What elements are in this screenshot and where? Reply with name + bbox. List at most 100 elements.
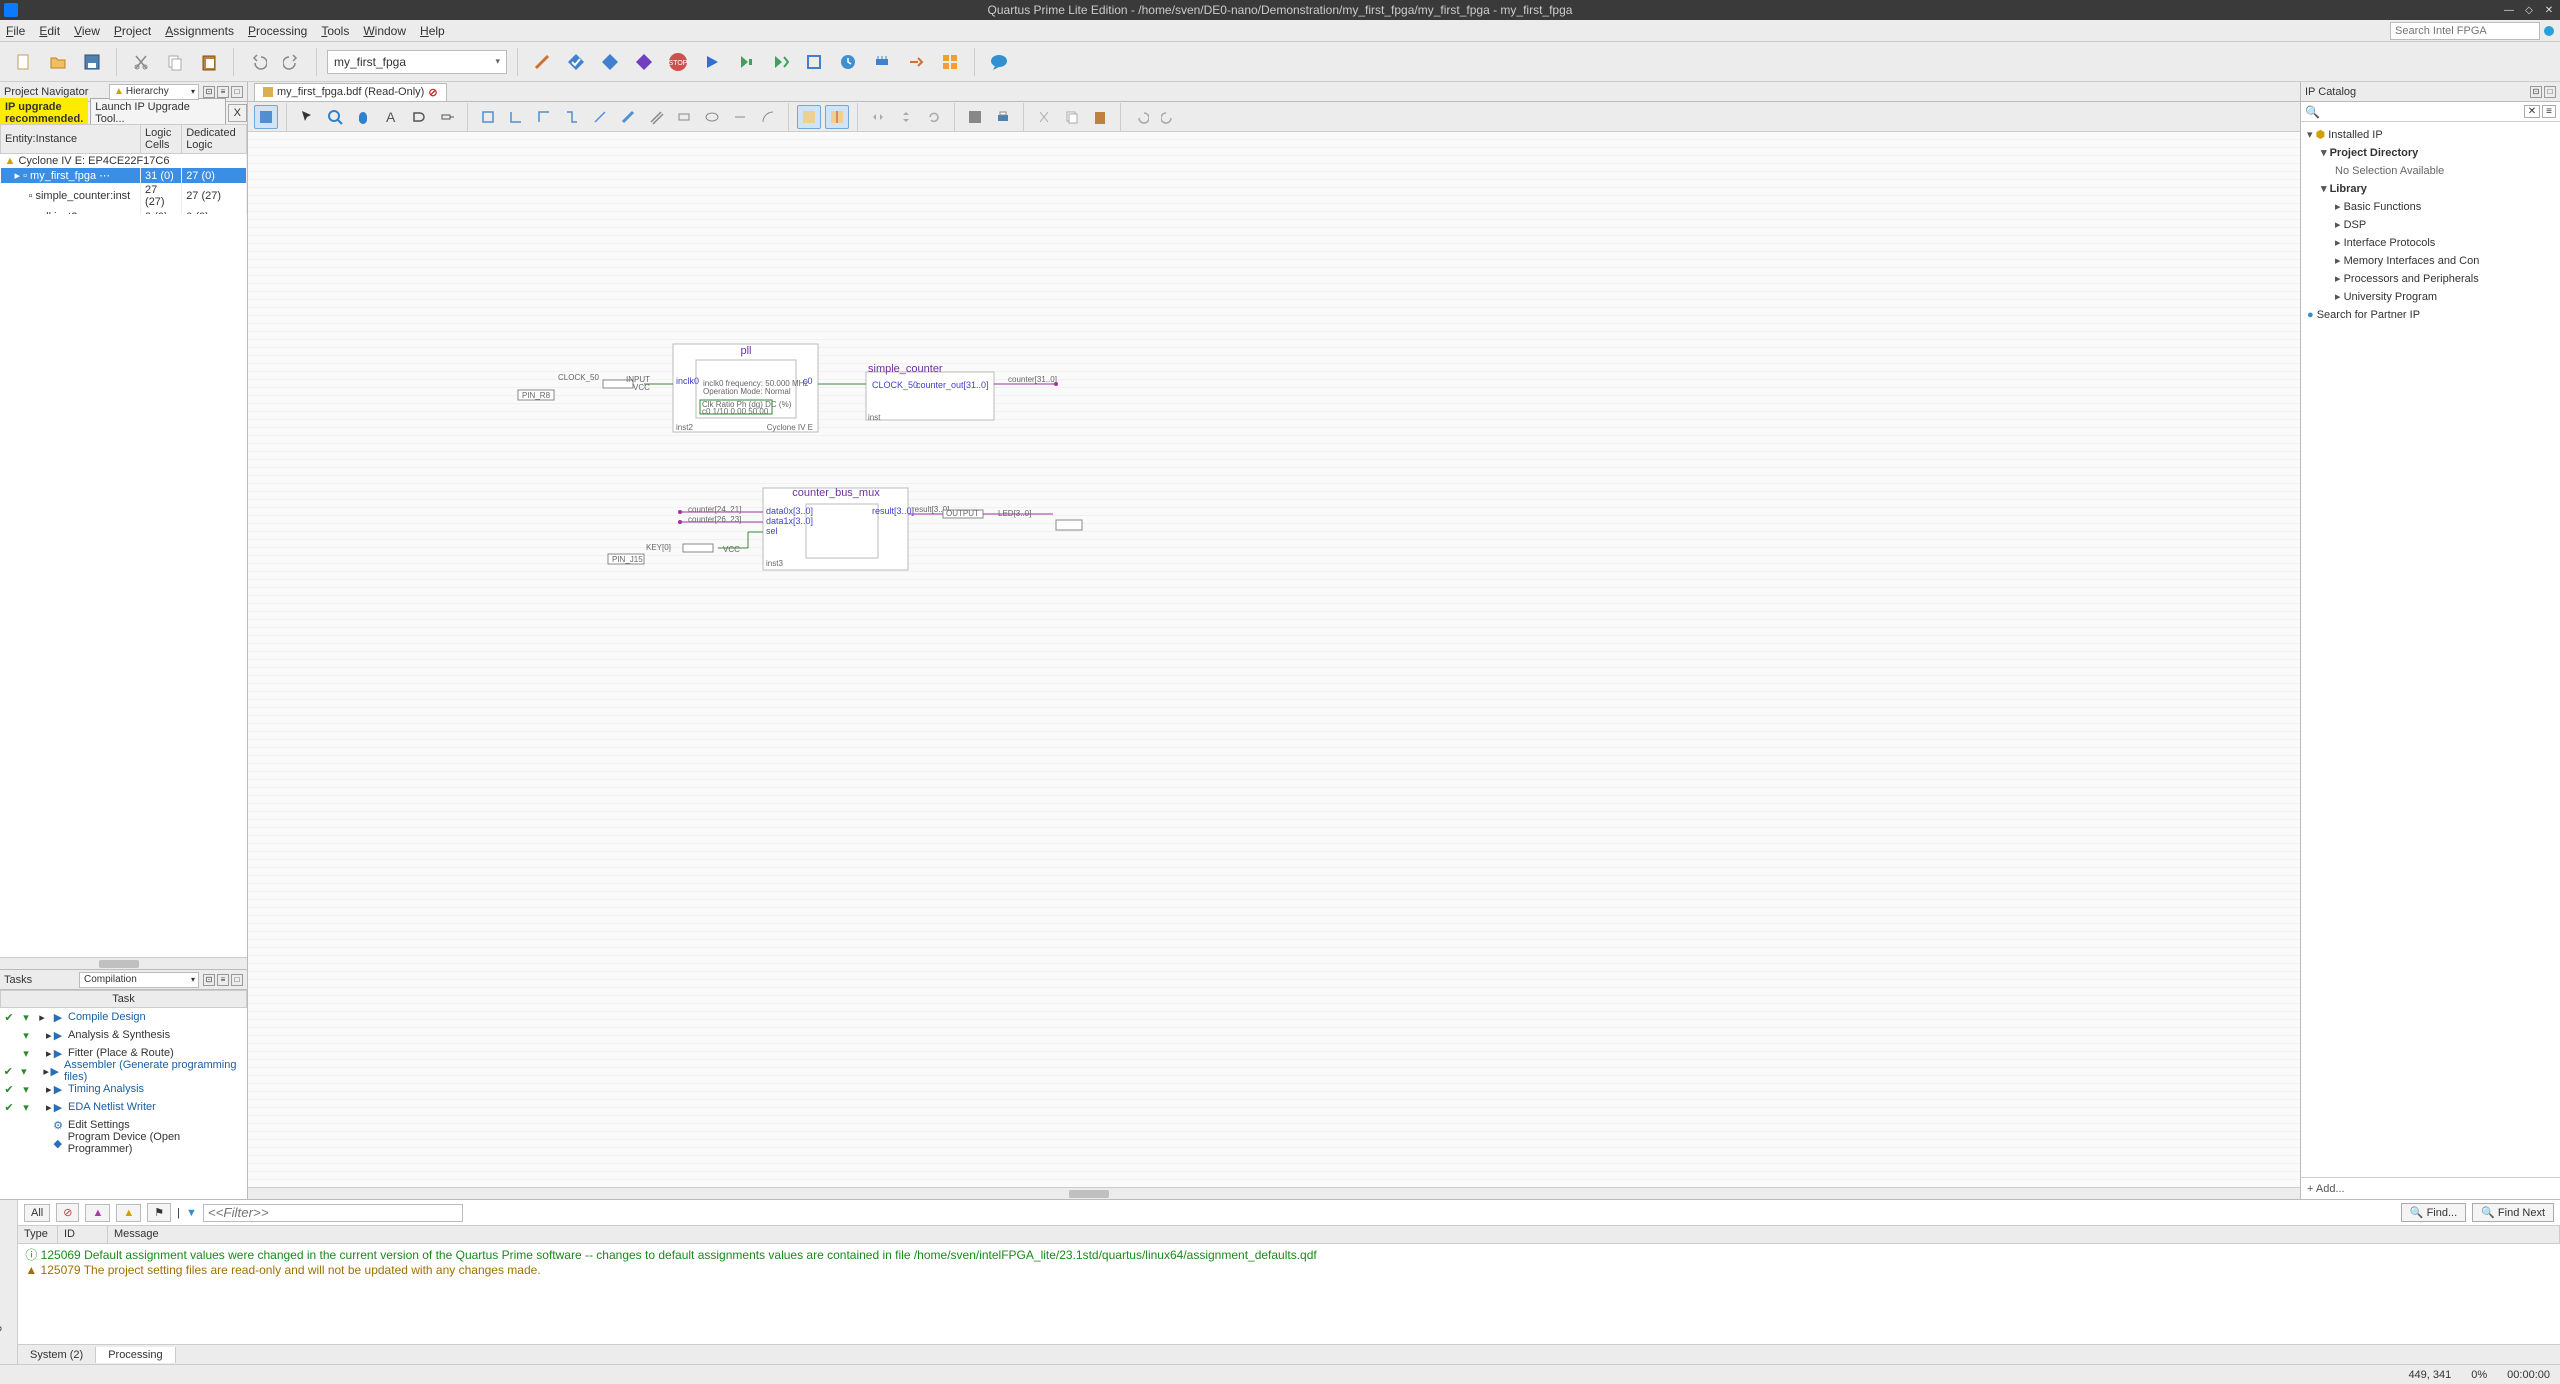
block-tool-icon[interactable]: [476, 105, 500, 129]
copy-icon[interactable]: [1060, 105, 1084, 129]
ip-search-input[interactable]: [2324, 106, 2524, 118]
filter-search-icon[interactable]: ▼: [186, 1207, 197, 1219]
task-row[interactable]: ✔▾▸▶Compile Design: [0, 1008, 247, 1026]
tree-basic-functions[interactable]: Basic Functions: [2307, 198, 2554, 216]
menu-help[interactable]: Help: [420, 24, 445, 38]
schematic-canvas[interactable]: pll inclk0 c0 inclk0 frequency: 50.000 M…: [248, 132, 2300, 1187]
filter-critical-icon[interactable]: ▲: [85, 1204, 110, 1222]
settings-icon[interactable]: [528, 48, 556, 76]
panel-close-icon[interactable]: □: [2544, 86, 2556, 98]
tree-university[interactable]: University Program: [2307, 288, 2554, 306]
project-selector[interactable]: my_first_fpga: [327, 50, 507, 74]
find-button[interactable]: 🔍 Find...: [2401, 1203, 2466, 1222]
panel-menu-icon[interactable]: ≡: [217, 86, 229, 98]
filter-warning-icon[interactable]: ▲: [116, 1204, 141, 1222]
hierarchy-combo[interactable]: ▲ Hierarchy: [109, 84, 199, 100]
menu-processing[interactable]: Processing: [248, 24, 307, 38]
table-row[interactable]: ▸ ▫ my_first_fpga ⋯ 31 (0)27 (0): [1, 168, 247, 183]
col-id[interactable]: ID: [58, 1226, 108, 1243]
tree-interface-protocols[interactable]: Interface Protocols: [2307, 234, 2554, 252]
timing-analyzer-icon[interactable]: [834, 48, 862, 76]
detach-icon[interactable]: ⊡: [203, 974, 215, 986]
tab-system[interactable]: System (2): [18, 1347, 96, 1363]
flip-h-icon[interactable]: [866, 105, 890, 129]
rubberband-on-icon[interactable]: [797, 105, 821, 129]
help-chat-icon[interactable]: [985, 48, 1013, 76]
tree-dsp[interactable]: DSP: [2307, 216, 2554, 234]
panel-close-icon[interactable]: □: [231, 974, 243, 986]
table-row[interactable]: ▸ ▫ pll:inst2 0 (0)0 (0): [1, 209, 247, 214]
detach-icon[interactable]: ⊡: [2530, 86, 2542, 98]
undo-icon[interactable]: [1129, 105, 1153, 129]
message-filter-input[interactable]: [203, 1204, 463, 1222]
tree-installed-ip[interactable]: ⬢ Installed IP: [2307, 126, 2554, 144]
filter-flag-icon[interactable]: ⚑: [147, 1203, 171, 1222]
col-entity[interactable]: Entity:Instance: [1, 125, 141, 154]
stop-icon[interactable]: STOP: [664, 48, 692, 76]
compile-check-icon[interactable]: [562, 48, 590, 76]
panel-close-icon[interactable]: □: [231, 86, 243, 98]
redo-icon[interactable]: [1157, 105, 1181, 129]
save-icon[interactable]: [963, 105, 987, 129]
cut-icon[interactable]: [127, 48, 155, 76]
tree-memory-interfaces[interactable]: Memory Interfaces and Con: [2307, 252, 2554, 270]
menu-assignments[interactable]: Assignments: [165, 24, 234, 38]
pin-tool-icon[interactable]: [435, 105, 459, 129]
text-tool-icon[interactable]: A: [379, 105, 403, 129]
ip-add-bar[interactable]: + Add...: [2301, 1177, 2560, 1199]
col-logic-cells[interactable]: Logic Cells: [141, 125, 182, 154]
rectangle-tool-icon[interactable]: [672, 105, 696, 129]
panel-menu-icon[interactable]: ≡: [217, 974, 229, 986]
pin-planner-icon[interactable]: [868, 48, 896, 76]
tab-processing[interactable]: Processing: [96, 1347, 175, 1363]
cut-icon[interactable]: [1032, 105, 1056, 129]
clear-search-icon[interactable]: ✕: [2524, 105, 2540, 118]
message-row[interactable]: ⓘ 125069 Default assignment values were …: [22, 1246, 2556, 1263]
tasks-combo[interactable]: Compilation: [79, 972, 199, 988]
play-icon[interactable]: [698, 48, 726, 76]
message-row[interactable]: ▲ 125079 The project setting files are r…: [22, 1263, 2556, 1277]
detach-icon[interactable]: ⊡: [203, 86, 215, 98]
open-file-icon[interactable]: [44, 48, 72, 76]
rotate-icon[interactable]: [922, 105, 946, 129]
task-row[interactable]: ✔▾▸▶Assembler (Generate programming file…: [0, 1062, 247, 1080]
messages-list[interactable]: ⓘ 125069 Default assignment values were …: [18, 1244, 2560, 1344]
filter-error-icon[interactable]: ⊘: [56, 1203, 79, 1222]
oval-tool-icon[interactable]: [700, 105, 724, 129]
maximize-button[interactable]: ◇: [2522, 3, 2536, 17]
tree-search-partner-ip[interactable]: ● Search for Partner IP: [2307, 306, 2554, 324]
platform-designer-icon[interactable]: [936, 48, 964, 76]
diagonal-node-icon[interactable]: [588, 105, 612, 129]
rtl-viewer-icon[interactable]: [766, 48, 794, 76]
orthogonal-bus-icon[interactable]: [532, 105, 556, 129]
arc-tool-icon[interactable]: [756, 105, 780, 129]
tab-close-icon[interactable]: ⊘: [428, 86, 437, 99]
compile-all-icon[interactable]: [630, 48, 658, 76]
partial-line-icon[interactable]: [825, 105, 849, 129]
diagonal-conduit-icon[interactable]: [644, 105, 668, 129]
line-tool-icon[interactable]: [728, 105, 752, 129]
paste-icon[interactable]: [1088, 105, 1112, 129]
table-row[interactable]: ▫ simple_counter:inst 27 (27)27 (27): [1, 183, 247, 209]
find-next-button[interactable]: 🔍 Find Next: [2472, 1203, 2554, 1222]
gate-level-icon[interactable]: [732, 48, 760, 76]
col-type[interactable]: Type: [18, 1226, 58, 1243]
menu-tools[interactable]: Tools: [321, 24, 349, 38]
orthogonal-conduit-icon[interactable]: [560, 105, 584, 129]
editor-tab[interactable]: my_first_fpga.bdf (Read-Only) ⊘: [254, 83, 447, 101]
task-row[interactable]: ▾▸▶Analysis & Synthesis: [0, 1026, 247, 1044]
task-row[interactable]: ◆Program Device (Open Programmer): [0, 1134, 247, 1152]
menu-edit[interactable]: Edit: [39, 24, 60, 38]
tree-processors[interactable]: Processors and Peripherals: [2307, 270, 2554, 288]
diagonal-bus-icon[interactable]: [616, 105, 640, 129]
col-dedicated[interactable]: Dedicated Logic: [182, 125, 247, 154]
programmer-icon[interactable]: [902, 48, 930, 76]
tree-library[interactable]: Library: [2307, 180, 2554, 198]
device-row[interactable]: ▲ Cyclone IV E: EP4CE22F17C6: [1, 154, 247, 169]
zoom-tool-icon[interactable]: [323, 105, 347, 129]
col-message[interactable]: Message: [108, 1226, 2560, 1243]
selection-tool-icon[interactable]: [295, 105, 319, 129]
canvas-horizontal-scrollbar[interactable]: [248, 1187, 2300, 1199]
menu-project[interactable]: Project: [114, 24, 151, 38]
horizontal-scrollbar[interactable]: [0, 957, 247, 969]
